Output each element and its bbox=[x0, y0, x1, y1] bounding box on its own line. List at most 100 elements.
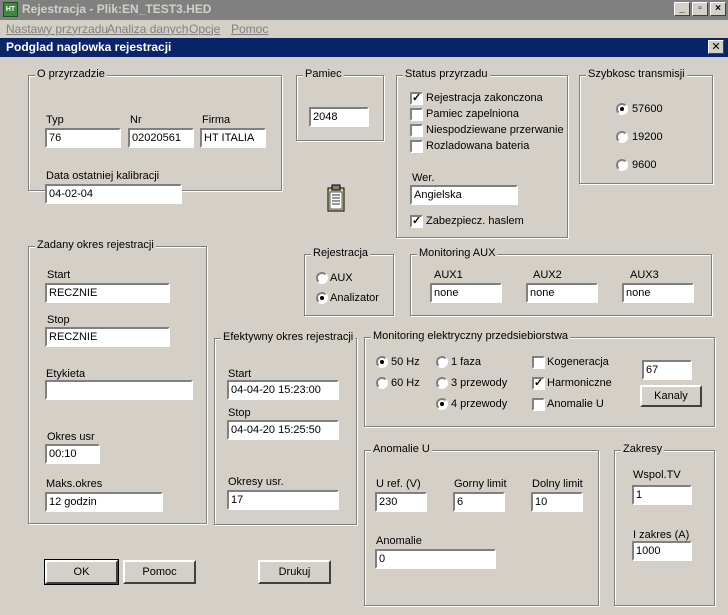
registration-label-analyzer: Analizator bbox=[330, 292, 379, 304]
anomaly-u-check[interactable] bbox=[532, 398, 545, 411]
calibration-field[interactable]: 04-02-04 bbox=[45, 184, 182, 204]
clipboard-icon bbox=[327, 184, 345, 212]
status-label-2: Niespodziewane przerwanie bbox=[426, 124, 564, 136]
wires-radio-4[interactable] bbox=[436, 398, 448, 410]
lower-limit-field[interactable]: 10 bbox=[531, 492, 583, 512]
aux-legend: Monitoring AUX bbox=[417, 247, 498, 259]
password-check[interactable]: ✓ bbox=[410, 215, 423, 228]
baud-label-9600: 9600 bbox=[632, 159, 657, 171]
harmonics-check[interactable]: ✓ bbox=[532, 377, 545, 390]
baud-label-19200: 19200 bbox=[632, 131, 663, 143]
menu-nastawy[interactable]: Nastawy przyrzadu bbox=[6, 22, 108, 36]
eff-periods-field[interactable]: 17 bbox=[227, 490, 339, 510]
nr-field[interactable]: 02020561 bbox=[128, 128, 194, 148]
eff-periods-label: Okresy usr. bbox=[228, 476, 284, 488]
menu-opcje[interactable]: Opcje bbox=[189, 22, 220, 36]
eff-start-label: Start bbox=[228, 368, 252, 380]
status-label-0: Rejestracja zakonczona bbox=[426, 92, 543, 104]
baud-radio-57600[interactable] bbox=[616, 103, 628, 115]
uref-label: U ref. (V) bbox=[376, 478, 421, 490]
status-check-3[interactable] bbox=[410, 140, 423, 153]
tag-field[interactable] bbox=[45, 380, 193, 400]
max-period-label: Maks.okres bbox=[46, 478, 103, 490]
baud-legend: Szybkosc transmisji bbox=[586, 68, 687, 80]
close-window-icon[interactable]: × bbox=[710, 2, 726, 16]
i-range-label: I zakres (A) bbox=[633, 529, 690, 541]
set-start-field[interactable]: RECZNIE bbox=[45, 283, 170, 303]
minimize-icon[interactable]: _ bbox=[674, 2, 690, 16]
app-logo-icon: HT bbox=[3, 2, 18, 17]
status-check-1[interactable] bbox=[410, 108, 423, 121]
wires-label-3: 3 przewody bbox=[451, 377, 508, 389]
anomaly-u-label: Anomalie U bbox=[547, 398, 604, 410]
print-button[interactable]: Drukuj bbox=[258, 560, 331, 584]
eff-stop-field[interactable]: 04-04-20 15:25:50 bbox=[227, 420, 339, 440]
window-title: Rejestracja - Plik:EN_TEST3.HED bbox=[22, 2, 212, 16]
nr-label: Nr bbox=[130, 114, 142, 126]
uref-field[interactable]: 230 bbox=[375, 492, 427, 512]
period-usr-label: Okres usr bbox=[47, 431, 95, 443]
registration-radio-aux[interactable] bbox=[316, 272, 328, 284]
window-title-bar: HT Rejestracja - Plik:EN_TEST3.HED _ ▫ × bbox=[0, 0, 728, 20]
baud-label-57600: 57600 bbox=[632, 103, 663, 115]
menu-bar: Nastawy przyrzadu Analiza danych Opcje P… bbox=[0, 20, 728, 38]
dialog-close-icon[interactable]: ✕ bbox=[708, 40, 724, 54]
anomalies-group: Anomalie U bbox=[364, 443, 599, 606]
registration-radio-analyzer[interactable] bbox=[316, 292, 328, 304]
period-usr-field[interactable]: 00:10 bbox=[45, 444, 100, 464]
aux2-label: AUX2 bbox=[533, 269, 562, 281]
baud-radio-9600[interactable] bbox=[616, 159, 628, 171]
freq-radio-50[interactable] bbox=[376, 356, 388, 368]
aux2-field[interactable]: none bbox=[526, 283, 598, 303]
anomaly-count-label: Anomalie bbox=[376, 535, 422, 547]
typ-field[interactable]: 76 bbox=[45, 128, 121, 148]
maximize-icon[interactable]: ▫ bbox=[692, 2, 708, 16]
firma-field[interactable]: HT ITALIA bbox=[200, 128, 266, 148]
tv-field[interactable]: 1 bbox=[632, 485, 692, 505]
upper-limit-field[interactable]: 6 bbox=[453, 492, 505, 512]
lower-limit-label: Dolny limit bbox=[532, 478, 583, 490]
menu-analiza[interactable]: Analiza danych bbox=[107, 22, 188, 36]
max-period-field[interactable]: 12 godzin bbox=[45, 492, 163, 512]
freq-label-60: 60 Hz bbox=[391, 377, 420, 389]
wires-radio-3[interactable] bbox=[436, 377, 448, 389]
firma-label: Firma bbox=[202, 114, 231, 126]
device-legend: O przyrzadzie bbox=[35, 68, 107, 80]
memory-field[interactable]: 2048 bbox=[309, 107, 369, 127]
channels-field[interactable]: 67 bbox=[642, 360, 692, 380]
status-check-2[interactable] bbox=[410, 124, 423, 137]
set-stop-field[interactable]: RECZNIE bbox=[45, 327, 170, 347]
eff-period-legend: Efektywny okres rejestracji bbox=[221, 331, 356, 343]
calibration-label: Data ostatniej kalibracji bbox=[46, 170, 160, 182]
eff-stop-label: Stop bbox=[228, 407, 251, 419]
freq-radio-60[interactable] bbox=[376, 377, 388, 389]
tv-label: Wspol.TV bbox=[633, 469, 681, 481]
anomaly-count-field[interactable]: 0 bbox=[375, 549, 496, 569]
status-check-0[interactable]: ✓ bbox=[410, 92, 423, 105]
menu-pomoc[interactable]: Pomoc bbox=[231, 22, 268, 36]
wires-radio-1[interactable] bbox=[436, 356, 448, 368]
dialog-title-bar: Podglad naglowka rejestracji ✕ bbox=[0, 38, 728, 57]
upper-limit-label: Gorny limit bbox=[454, 478, 507, 490]
cogeneration-check[interactable] bbox=[532, 356, 545, 369]
status-label-3: Rozladowana bateria bbox=[426, 140, 530, 152]
aux3-label: AUX3 bbox=[630, 269, 659, 281]
registration-label-aux: AUX bbox=[330, 272, 353, 284]
aux1-label: AUX1 bbox=[434, 269, 463, 281]
channels-button[interactable]: Kanaly bbox=[640, 385, 702, 407]
registration-legend: Rejestracja bbox=[311, 247, 371, 259]
ok-button[interactable]: OK bbox=[44, 559, 119, 585]
wer-field[interactable]: Angielska bbox=[410, 185, 518, 205]
eff-start-field[interactable]: 04-04-20 15:23:00 bbox=[227, 380, 339, 400]
freq-label-50: 50 Hz bbox=[391, 356, 420, 368]
aux1-field[interactable]: none bbox=[430, 283, 502, 303]
set-period-legend: Zadany okres rejestracji bbox=[35, 239, 156, 251]
harmonics-label: Harmoniczne bbox=[547, 377, 612, 389]
baud-radio-19200[interactable] bbox=[616, 131, 628, 143]
i-range-field[interactable]: 1000 bbox=[632, 541, 692, 561]
aux3-field[interactable]: none bbox=[622, 283, 694, 303]
anomalies-legend: Anomalie U bbox=[371, 443, 432, 455]
help-button[interactable]: Pomoc bbox=[123, 560, 196, 584]
typ-label: Typ bbox=[46, 114, 64, 126]
cogeneration-label: Kogeneracja bbox=[547, 356, 609, 368]
